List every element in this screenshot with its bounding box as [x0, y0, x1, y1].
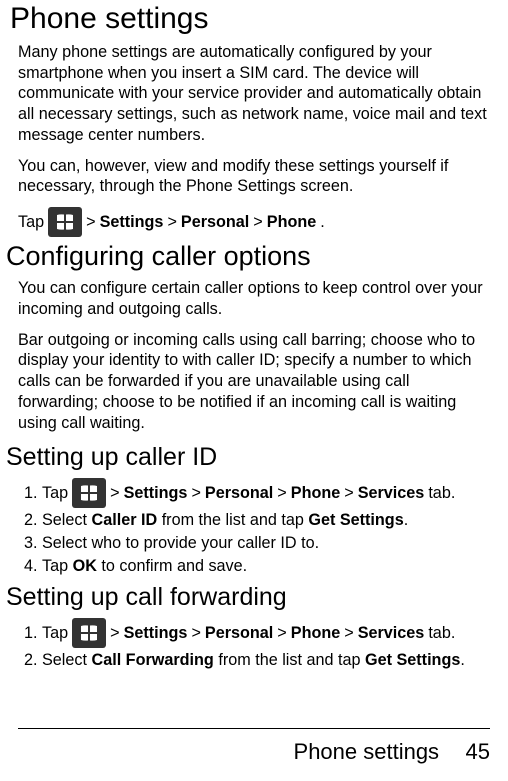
nav-tap-label: Tap: [18, 212, 44, 233]
step-call-fwd-bold: Call Forwarding: [92, 651, 214, 669]
step-ok-bold: OK: [73, 557, 97, 575]
nav-gt: >: [110, 483, 119, 504]
nav-gt: >: [277, 623, 286, 644]
section-heading-call-forwarding: Setting up call forwarding: [6, 583, 490, 612]
list-item: Tap > Settings > Personal >: [42, 618, 490, 648]
list-item: Tap OK to confirm and save.: [42, 556, 490, 577]
step-tap-label: Tap: [42, 483, 68, 504]
step-tap-label: Tap: [42, 623, 68, 644]
nav-period: .: [320, 212, 325, 233]
nav-personal: Personal: [205, 623, 273, 644]
step-caller-id-bold: Caller ID: [92, 511, 158, 529]
start-icon: [72, 478, 106, 508]
nav-tab-label: tab.: [428, 483, 455, 504]
nav-phone: Phone: [291, 483, 340, 504]
nav-services: Services: [358, 483, 425, 504]
step-get-settings-bold: Get Settings: [365, 651, 460, 669]
caller-id-steps: Tap > Settings > Personal >: [18, 478, 490, 577]
nav-phone: Phone: [291, 623, 340, 644]
list-item: Select who to provide your caller ID to.: [42, 533, 490, 554]
section-heading-caller-options: Configuring caller options: [6, 241, 490, 272]
step-select-label: Select: [42, 651, 87, 669]
nav-gt: >: [344, 623, 353, 644]
page-footer: Phone settings 45: [18, 728, 490, 765]
nav-gt: >: [110, 623, 119, 644]
step-select-label: Select: [42, 511, 87, 529]
nav-gt: >: [277, 483, 286, 504]
nav-settings: Settings: [124, 483, 188, 504]
nav-gt: >: [86, 212, 95, 233]
nav-personal: Personal: [181, 212, 249, 233]
list-item: Select Call Forwarding from the list and…: [42, 650, 490, 671]
nav-settings: Settings: [100, 212, 164, 233]
caller-options-p2: Bar outgoing or incoming calls using cal…: [18, 330, 490, 434]
nav-path-main: Tap > Settings > Personal > Phone.: [18, 207, 490, 237]
nav-phone: Phone: [267, 212, 316, 233]
step-mid-text: from the list and tap: [162, 511, 304, 529]
start-icon: [72, 618, 106, 648]
step-end: .: [460, 651, 465, 669]
step-get-settings-bold: Get Settings: [308, 511, 403, 529]
intro-paragraph-2: You can, however, view and modify these …: [18, 156, 490, 197]
intro-paragraph-1: Many phone settings are automatically co…: [18, 42, 490, 146]
start-icon: [48, 207, 82, 237]
list-item: Select Caller ID from the list and tap G…: [42, 510, 490, 531]
nav-gt: >: [191, 483, 200, 504]
nav-personal: Personal: [205, 483, 273, 504]
step-end-text: to confirm and save.: [101, 557, 247, 575]
call-forwarding-steps: Tap > Settings > Personal >: [18, 618, 490, 671]
footer-title: Phone settings: [294, 739, 440, 765]
step-end: .: [404, 511, 409, 529]
step-tap-label: Tap: [42, 557, 68, 575]
nav-tab-label: tab.: [428, 623, 455, 644]
nav-gt: >: [167, 212, 176, 233]
caller-options-p1: You can configure certain caller options…: [18, 278, 490, 319]
footer-page-number: 45: [466, 739, 490, 765]
list-item: Tap > Settings > Personal >: [42, 478, 490, 508]
step-mid-text: from the list and tap: [218, 651, 360, 669]
nav-settings: Settings: [124, 623, 188, 644]
nav-gt: >: [253, 212, 262, 233]
nav-services: Services: [358, 623, 425, 644]
page-title: Phone settings: [10, 2, 490, 36]
nav-gt: >: [191, 623, 200, 644]
nav-gt: >: [344, 483, 353, 504]
section-heading-caller-id: Setting up caller ID: [6, 443, 490, 472]
